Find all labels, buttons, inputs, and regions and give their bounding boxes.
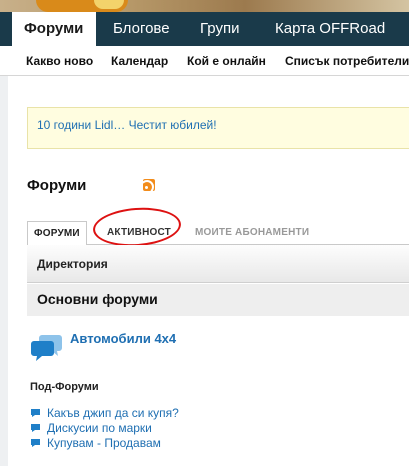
section-header: Основни форуми [27, 284, 409, 316]
subforum-bubble-icon [31, 409, 40, 417]
section-title: Основни форуми [37, 291, 158, 307]
sub-navbar: Какво ново Календар Кой е онлайн Списък … [0, 46, 409, 76]
forum-link[interactable]: Автомобили 4x4 [70, 331, 176, 346]
rss-icon[interactable] [143, 179, 155, 191]
subnav-whats-new[interactable]: Какво ново [26, 54, 93, 68]
tab-forums[interactable]: ФОРУМИ [27, 221, 87, 246]
announcement-link[interactable]: 10 години Lidl… Честит юбилей! [37, 118, 217, 132]
subforum-bubble-icon [31, 424, 40, 432]
subnav-member-list[interactable]: Списък потребители [285, 54, 409, 68]
subnav-who-online[interactable]: Кой е онлайн [187, 54, 266, 68]
tab-my-subscriptions[interactable]: МОИТЕ АБОНАМЕНТИ [195, 221, 309, 245]
page-title: Форуми [27, 177, 87, 194]
main-navbar: Форуми Блогове Групи Карта OFFRoad [0, 12, 409, 46]
nav-tab-blogs[interactable]: Блогове [113, 12, 170, 46]
subforums-title: Под-Форуми [30, 381, 99, 393]
nav-tab-offroad-map[interactable]: Карта OFFRoad [275, 12, 385, 46]
announcement-box: 10 години Lidl… Честит юбилей! [27, 107, 409, 149]
left-margin-strip [0, 76, 8, 466]
header-banner [0, 0, 409, 12]
nav-tab-groups[interactable]: Групи [200, 12, 239, 46]
subforum-link[interactable]: Какъв джип да си купя? [47, 406, 179, 420]
subforum-link[interactable]: Дискусии по марки [47, 421, 152, 435]
subnav-calendar[interactable]: Календар [111, 54, 168, 68]
subforum-bubble-icon [31, 439, 40, 447]
nav-tab-forums[interactable]: Форуми [12, 12, 96, 46]
subforum-link[interactable]: Купувам - Продавам [47, 436, 161, 450]
site-logo[interactable] [36, 0, 128, 12]
speech-bubbles-icon [31, 335, 62, 361]
forum-tabs: ФОРУМИ АКТИВНОСТ МОИТЕ АБОНАМЕНТИ [27, 221, 409, 246]
directory-header: Директория [27, 245, 409, 283]
directory-label: Директория [37, 257, 108, 271]
